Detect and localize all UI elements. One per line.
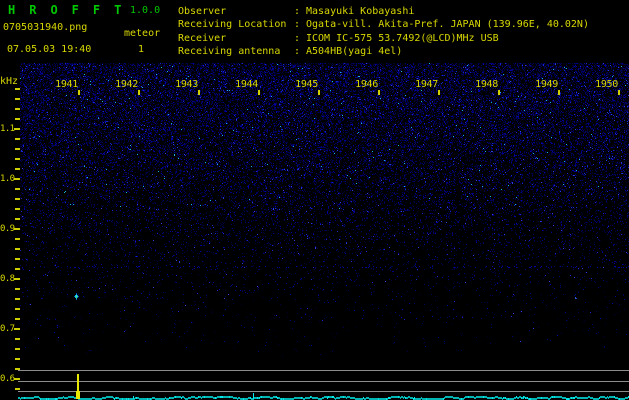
app-title: HROFFT <box>8 3 136 17</box>
time-label-1945: 1945 <box>295 79 318 90</box>
time-label-1948: 1948 <box>475 79 498 90</box>
info-label-location: Receiving Location <box>178 19 287 30</box>
time-label-1946: 1946 <box>355 79 378 90</box>
time-label-1950: 1950 <box>595 79 618 90</box>
info-value-antenna: A504HB(yagi 4el) <box>306 46 403 57</box>
time-label-1941: 1941 <box>55 79 78 90</box>
info-separator: : <box>294 6 301 17</box>
info-separator: : <box>294 46 301 57</box>
spectrogram-canvas <box>0 0 629 400</box>
time-label-1944: 1944 <box>235 79 258 90</box>
info-label-observer: Observer <box>178 6 227 17</box>
info-value-location: Ogata-vill. Akita-Pref. JAPAN (139.96E, … <box>306 19 589 30</box>
info-separator: : <box>294 33 301 44</box>
info-value-observer: Masayuki Kobayashi <box>306 6 415 17</box>
app-version: 1.0.0 <box>130 5 161 16</box>
freq-label-0-8: 0.8 <box>0 274 15 284</box>
hrofft-screen: HROFFT 1.0.0 0705031940.png meteor 07.05… <box>0 0 629 400</box>
time-label-1942: 1942 <box>115 79 138 90</box>
time-label-1949: 1949 <box>535 79 558 90</box>
mode-label: meteor <box>124 28 161 39</box>
datetime: 07.05.03 19:40 <box>7 44 92 55</box>
info-label-receiver: Receiver <box>178 33 227 44</box>
info-value-receiver: ICOM IC-575 53.7492(@LCD)MHz USB <box>306 33 499 44</box>
meteor-count: 1 <box>138 44 145 55</box>
info-label-antenna: Receiving antenna <box>178 46 281 57</box>
time-label-1943: 1943 <box>175 79 198 90</box>
freq-label-0-9: 0.9 <box>0 224 15 234</box>
freq-label-0-7: 0.7 <box>0 324 15 334</box>
freq-label-0-6: 0.6 <box>0 374 15 384</box>
freq-label-1-0: 1.0 <box>0 174 15 184</box>
info-separator: : <box>294 19 301 30</box>
y-axis-unit: kHz <box>0 76 19 87</box>
time-label-1947: 1947 <box>415 79 438 90</box>
filename: 0705031940.png <box>3 22 88 33</box>
freq-label-1-1: 1.1 <box>0 124 15 134</box>
